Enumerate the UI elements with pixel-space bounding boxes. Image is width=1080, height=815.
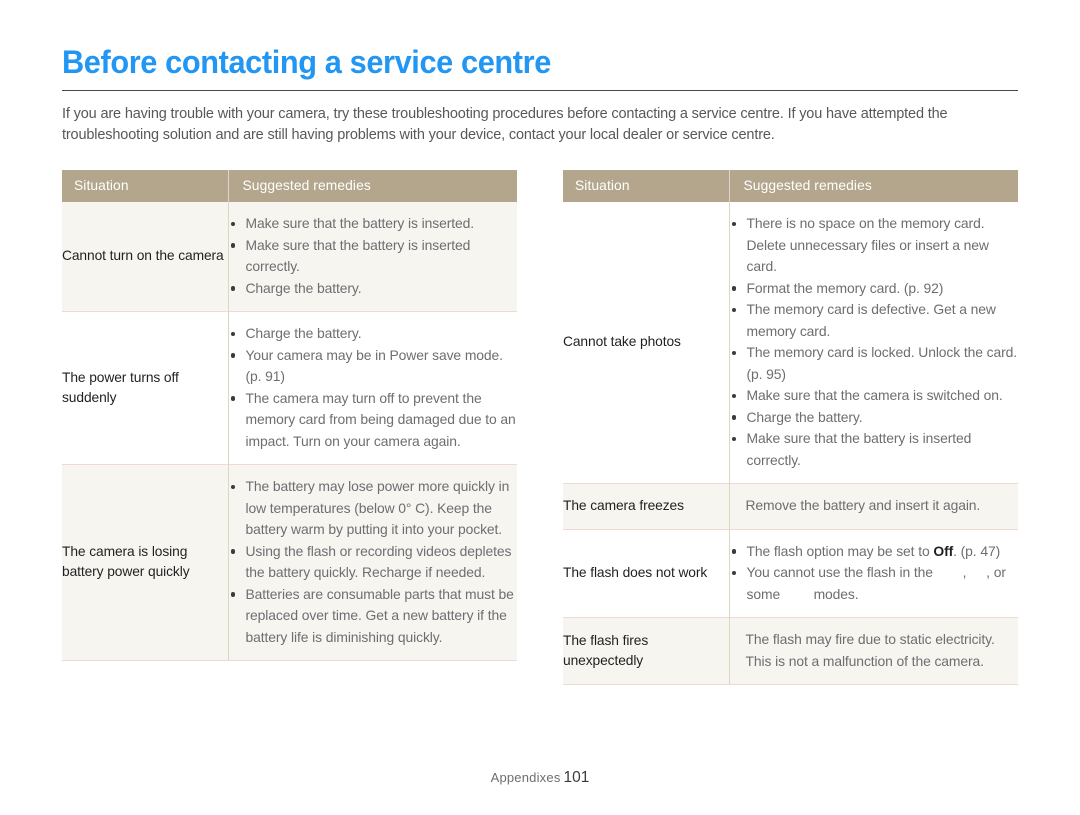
remedy-item: There is no space on the memory card. De… — [730, 213, 1019, 278]
remedy-list: The flash option may be set to Off. (p. … — [730, 541, 1019, 606]
cell-situation: Cannot take photos — [563, 202, 729, 484]
table-row: The camera is losing battery power quick… — [62, 464, 518, 661]
remedy-item: Charge the battery. — [229, 323, 518, 345]
remedy-item: Make sure that the battery is inserted c… — [730, 428, 1019, 471]
troubleshooting-tables: Situation Suggested remedies Cannot turn… — [62, 170, 1018, 685]
right-table-wrap: Situation Suggested remedies Cannot take… — [563, 170, 1018, 685]
table-row: Cannot take photos There is no space on t… — [563, 202, 1018, 484]
cell-remedies: There is no space on the memory card. De… — [728, 202, 1019, 484]
remedy-list: There is no space on the memory card. De… — [730, 213, 1019, 471]
remedy-item: The camera may turn off to prevent the m… — [229, 388, 518, 453]
left-table-wrap: Situation Suggested remedies Cannot turn… — [62, 170, 517, 685]
remedy-item: The memory card is locked. Unlock the ca… — [730, 342, 1019, 385]
remedy-item: The flash option may be set to Off. (p. … — [730, 541, 1019, 563]
column-header-situation: Situation — [563, 170, 729, 202]
emphasised-term: Off — [933, 542, 954, 559]
cell-remedies: The flash option may be set to Off. (p. … — [728, 529, 1019, 618]
remedy-item: Using the flash or recording videos depl… — [229, 541, 518, 584]
remedy-item: Your camera may be in Power save mode. (… — [229, 345, 518, 388]
column-header-situation: Situation — [62, 170, 228, 202]
cell-situation: The power turns off suddenly — [62, 311, 228, 465]
remedy-item: Make sure that the camera is switched on… — [730, 385, 1019, 407]
remedy-list: Charge the battery. Your camera may be in… — [229, 323, 518, 452]
remedy-list: Make sure that the battery is inserted. M… — [229, 213, 518, 299]
remedy-item: Batteries are consumable parts that must… — [229, 584, 518, 649]
table-header-row: Situation Suggested remedies — [62, 170, 517, 202]
troubleshooting-table-left: Situation Suggested remedies Cannot turn… — [62, 170, 517, 661]
remedy-item: Make sure that the battery is inserted c… — [229, 235, 518, 278]
remedy-item: You cannot use the flash in the , , or s… — [730, 562, 1019, 605]
column-header-remedies: Suggested remedies — [227, 170, 517, 202]
document-page: Before contacting a service centre If yo… — [0, 0, 1080, 815]
table-head-left: Situation Suggested remedies — [62, 170, 517, 202]
table-row: The flash fires unexpectedly The flash ma… — [563, 617, 1018, 685]
cell-situation: The camera freezes — [563, 483, 729, 529]
cell-situation: The flash fires unexpectedly — [563, 617, 729, 685]
cell-remedies: Charge the battery. Your camera may be in… — [227, 311, 518, 465]
table-body-left: Cannot turn on the camera Make sure that … — [62, 202, 517, 661]
table-row: The flash does not work The flash option … — [563, 529, 1018, 618]
cell-situation: The camera is losing battery power quick… — [62, 464, 228, 661]
remedy-item: The battery may lose power more quickly … — [229, 476, 518, 541]
table-row: The camera freezes Remove the battery and… — [563, 483, 1018, 529]
table-body-right: Cannot take photos There is no space on t… — [563, 202, 1018, 685]
remedy-item: Charge the battery. — [229, 278, 518, 300]
remedy-item: The memory card is defective. Get a new … — [730, 299, 1019, 342]
table-header-row: Situation Suggested remedies — [563, 170, 1018, 202]
cell-remedies: The battery may lose power more quickly … — [227, 464, 518, 661]
footer-label: Appendixes — [490, 770, 561, 785]
cell-situation: The flash does not work — [563, 529, 729, 618]
footer-page-number: 101 — [563, 769, 590, 786]
cell-remedies: Remove the battery and insert it again. — [728, 483, 1018, 529]
intro-paragraph: If you are having trouble with your came… — [62, 106, 948, 143]
table-row: Cannot turn on the camera Make sure that … — [62, 202, 517, 312]
column-header-remedies: Suggested remedies — [728, 170, 1018, 202]
page-title: Before contacting a service centre — [62, 44, 551, 80]
cell-remedies: The flash may fire due to static electri… — [728, 617, 1018, 685]
table-row: The power turns off suddenly Charge the b… — [62, 311, 518, 465]
remedy-item: Make sure that the battery is inserted. — [229, 213, 518, 235]
troubleshooting-table-right: Situation Suggested remedies Cannot take… — [563, 170, 1018, 685]
cell-remedies: Make sure that the battery is inserted. M… — [227, 202, 518, 312]
cell-situation: Cannot turn on the camera — [62, 202, 228, 312]
remedy-item: Charge the battery. — [730, 407, 1019, 429]
remedy-item: Format the memory card. (p. 92) — [730, 278, 1019, 300]
remedy-list: The battery may lose power more quickly … — [229, 476, 518, 648]
table-head-right: Situation Suggested remedies — [563, 170, 1018, 202]
page-footer: Appendixes 101 — [0, 769, 1080, 787]
